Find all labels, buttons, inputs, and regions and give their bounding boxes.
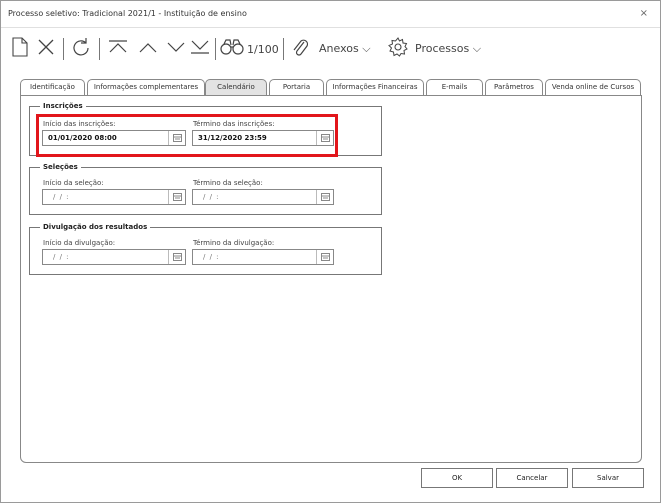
toolbar-separator (215, 38, 216, 60)
inicio-divulgacao-input[interactable]: / / : (42, 249, 186, 265)
tab-informacoes-financeiras[interactable]: Informações Financeiras (326, 79, 424, 95)
paperclip-icon[interactable] (289, 34, 311, 60)
termino-divulgacao-input[interactable]: / / : (192, 249, 334, 265)
inicio-divulgacao-label: Início da divulgação: (43, 239, 116, 247)
tab-informacoes-complementares[interactable]: Informações complementares (87, 79, 205, 95)
processos-menu[interactable]: Processos ⌵ (415, 42, 481, 56)
calendar-icon[interactable] (316, 190, 333, 204)
inicio-selecao-input[interactable]: / / : (42, 189, 186, 205)
save-button[interactable]: Salvar (572, 468, 644, 488)
tab-calendario[interactable]: Calendário (205, 79, 267, 95)
delete-x-icon[interactable] (35, 34, 57, 60)
anexos-menu[interactable]: Anexos ⌵ (319, 42, 371, 56)
record-counter: 1/100 (247, 43, 279, 56)
inicio-divulgacao-placeholder: / / : (53, 253, 70, 261)
termino-divulgacao-label: Término da divulgação: (193, 239, 275, 247)
calendar-icon[interactable] (168, 250, 185, 264)
inscricoes-legend: Inscrições (43, 102, 83, 110)
toolbar-separator (283, 38, 284, 60)
gear-icon[interactable] (387, 34, 409, 60)
processos-label: Processos (415, 42, 470, 55)
tab-identificacao[interactable]: Identificação (20, 79, 85, 95)
chevron-down-icon: ⌵ (472, 42, 482, 55)
calendar-icon[interactable] (168, 190, 185, 204)
ok-button[interactable]: OK (421, 468, 493, 488)
termino-selecao-placeholder: / / : (203, 193, 220, 201)
last-record-icon[interactable] (189, 34, 211, 60)
highlight-box (36, 114, 338, 157)
binoculars-icon[interactable] (219, 34, 245, 60)
toolbar: 1/100 Anexos ⌵ Processos ⌵ (1, 28, 660, 68)
tab-portaria[interactable]: Portaria (269, 79, 324, 95)
chevron-down-icon: ⌵ (362, 42, 371, 55)
tab-parametros[interactable]: Parâmetros (485, 79, 543, 95)
termino-divulgacao-placeholder: / / : (203, 253, 220, 261)
termino-selecao-label: Término da seleção: (193, 179, 263, 187)
refresh-icon[interactable] (69, 34, 93, 60)
title-bar: Processo seletivo: Tradicional 2021/1 - … (1, 1, 660, 28)
toolbar-separator (99, 38, 100, 60)
close-icon[interactable]: × (640, 8, 648, 19)
toolbar-separator (63, 38, 64, 60)
new-document-icon[interactable] (9, 34, 31, 60)
next-record-icon[interactable] (165, 34, 187, 60)
previous-record-icon[interactable] (137, 34, 159, 60)
inicio-selecao-label: Início da seleção: (43, 179, 104, 187)
divulgacao-legend: Divulgação dos resultados (43, 223, 148, 231)
inicio-selecao-placeholder: / / : (53, 193, 70, 201)
selecoes-legend: Seleções (43, 163, 78, 171)
anexos-label: Anexos (319, 42, 359, 55)
calendar-icon[interactable] (316, 250, 333, 264)
cancel-button[interactable]: Cancelar (496, 468, 568, 488)
tab-venda-online-de-cursos[interactable]: Venda online de Cursos (545, 79, 641, 95)
window-title: Processo seletivo: Tradicional 2021/1 - … (8, 9, 247, 18)
tab-emails[interactable]: E-mails (426, 79, 483, 95)
first-record-icon[interactable] (107, 34, 129, 60)
dialog-window: Processo seletivo: Tradicional 2021/1 - … (0, 0, 661, 503)
termino-selecao-input[interactable]: / / : (192, 189, 334, 205)
